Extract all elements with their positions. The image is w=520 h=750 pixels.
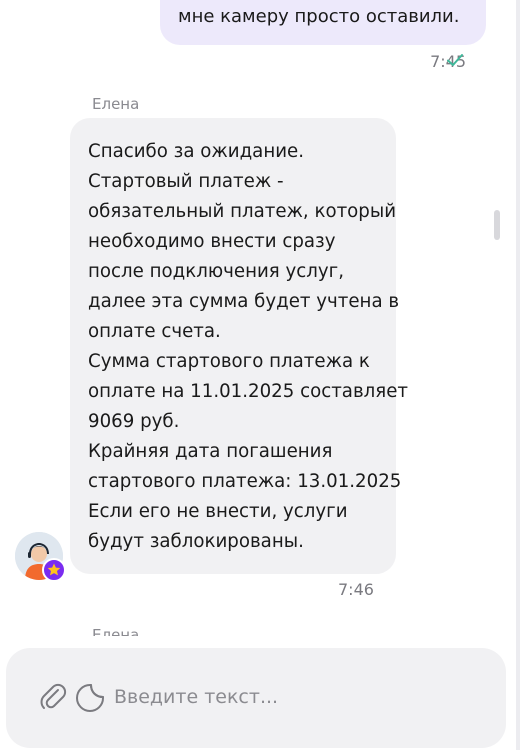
message-line: будут заблокированы.	[88, 531, 304, 552]
message-line: обязательный платеж, который	[88, 201, 397, 222]
message-line: необходимо внести сразу	[88, 231, 336, 252]
message-input[interactable]	[114, 680, 474, 714]
star-badge-icon	[42, 558, 66, 582]
chat-window: мне камеру просто оставили. 7:45 Елена С…	[0, 0, 520, 750]
check-icon	[447, 54, 463, 66]
sticker-icon[interactable]	[74, 682, 106, 714]
incoming-message-time: 7:46	[338, 580, 374, 599]
message-line: Стартовый платеж -	[88, 171, 284, 192]
incoming-message-bubble: Спасибо за ожидание. Стартовый платеж - …	[70, 118, 409, 574]
scrollbar-thumb[interactable]	[494, 210, 500, 240]
outgoing-message-bubble: мне камеру просто оставили.	[160, 0, 486, 45]
next-sender-name: Елена	[92, 626, 140, 636]
composer	[0, 648, 520, 750]
message-line: 9069 руб.	[88, 411, 180, 432]
message-line: Спасибо за ожидание.	[88, 141, 305, 162]
window-edge-divider	[516, 0, 520, 750]
composer-box	[6, 648, 506, 748]
message-line: после подключения услуг,	[88, 261, 344, 282]
message-line: Сумма стартового платежа к	[88, 351, 370, 372]
message-line: стартового платежа: 13.01.2025	[88, 471, 402, 492]
outgoing-message-text: мне камеру просто оставили.	[178, 6, 460, 27]
paperclip-icon[interactable]	[38, 682, 68, 712]
message-line: Крайняя дата погашения	[88, 441, 333, 462]
message-line: оплате на 11.01.2025 составляет	[88, 381, 409, 402]
message-line: далее эта сумма будет учтена в	[88, 291, 400, 312]
message-line: оплате счета.	[88, 321, 221, 342]
message-list[interactable]: мне камеру просто оставили. 7:45 Елена С…	[0, 0, 520, 650]
incoming-message-text: Спасибо за ожидание. Стартовый платеж - …	[88, 137, 409, 557]
message-line: Если его не внести, услуги	[88, 501, 348, 522]
sender-name: Елена	[92, 95, 140, 113]
